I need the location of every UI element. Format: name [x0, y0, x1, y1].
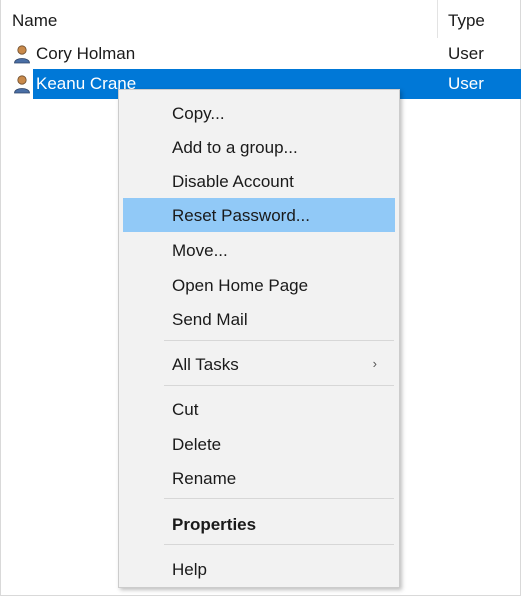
- menu-item-label: All Tasks: [172, 355, 239, 374]
- menu-item-label: Rename: [172, 469, 237, 488]
- list-header: Name Type: [0, 0, 521, 38]
- menu-item-label: Properties: [172, 515, 257, 534]
- menu-item-label: Copy...: [172, 104, 225, 123]
- menu-item-label: Send Mail: [172, 310, 248, 329]
- row-type: User: [448, 44, 484, 63]
- menu-item-label: Reset Password...: [172, 206, 310, 225]
- menu-item-label: Help: [172, 560, 207, 579]
- row-name: Cory Holman: [36, 44, 136, 63]
- column-header-name[interactable]: Name: [12, 11, 57, 31]
- menu-item-send-mail[interactable]: Send Mail: [123, 302, 395, 336]
- menu-item-help[interactable]: Help: [123, 552, 395, 586]
- menu-item-label: Open Home Page: [172, 276, 309, 295]
- menu-item-reset-password[interactable]: Reset Password...: [123, 198, 395, 232]
- user-icon: [14, 75, 30, 94]
- list-row[interactable]: Cory Holman User: [0, 39, 521, 69]
- menu-item-label: Cut: [172, 400, 199, 419]
- menu-item-properties[interactable]: Properties: [123, 507, 395, 541]
- menu-item-add-to-group[interactable]: Add to a group...: [123, 130, 395, 164]
- column-header-type[interactable]: Type: [448, 11, 485, 31]
- menu-separator: [164, 544, 394, 545]
- row-type: User: [448, 74, 484, 93]
- menu-separator: [164, 498, 394, 499]
- menu-item-open-home-page[interactable]: Open Home Page: [123, 268, 395, 302]
- menu-item-move[interactable]: Move...: [123, 233, 395, 267]
- menu-item-copy[interactable]: Copy...: [123, 96, 395, 130]
- menu-separator: [164, 340, 394, 341]
- menu-separator: [164, 385, 394, 386]
- menu-item-disable-account[interactable]: Disable Account: [123, 164, 395, 198]
- user-icon: [14, 45, 30, 64]
- menu-item-label: Add to a group...: [172, 138, 298, 157]
- menu-item-label: Delete: [172, 435, 222, 454]
- menu-item-all-tasks[interactable]: All Tasks ›: [123, 347, 395, 381]
- menu-item-label: Move...: [172, 241, 228, 260]
- chevron-right-icon: ›: [372, 356, 377, 371]
- column-divider[interactable]: [437, 0, 438, 38]
- menu-item-delete[interactable]: Delete: [123, 427, 395, 461]
- menu-item-rename[interactable]: Rename: [123, 461, 395, 495]
- menu-item-label: Disable Account: [172, 172, 294, 191]
- context-menu: Copy... Add to a group... Disable Accoun…: [118, 89, 400, 588]
- menu-item-cut[interactable]: Cut: [123, 392, 395, 426]
